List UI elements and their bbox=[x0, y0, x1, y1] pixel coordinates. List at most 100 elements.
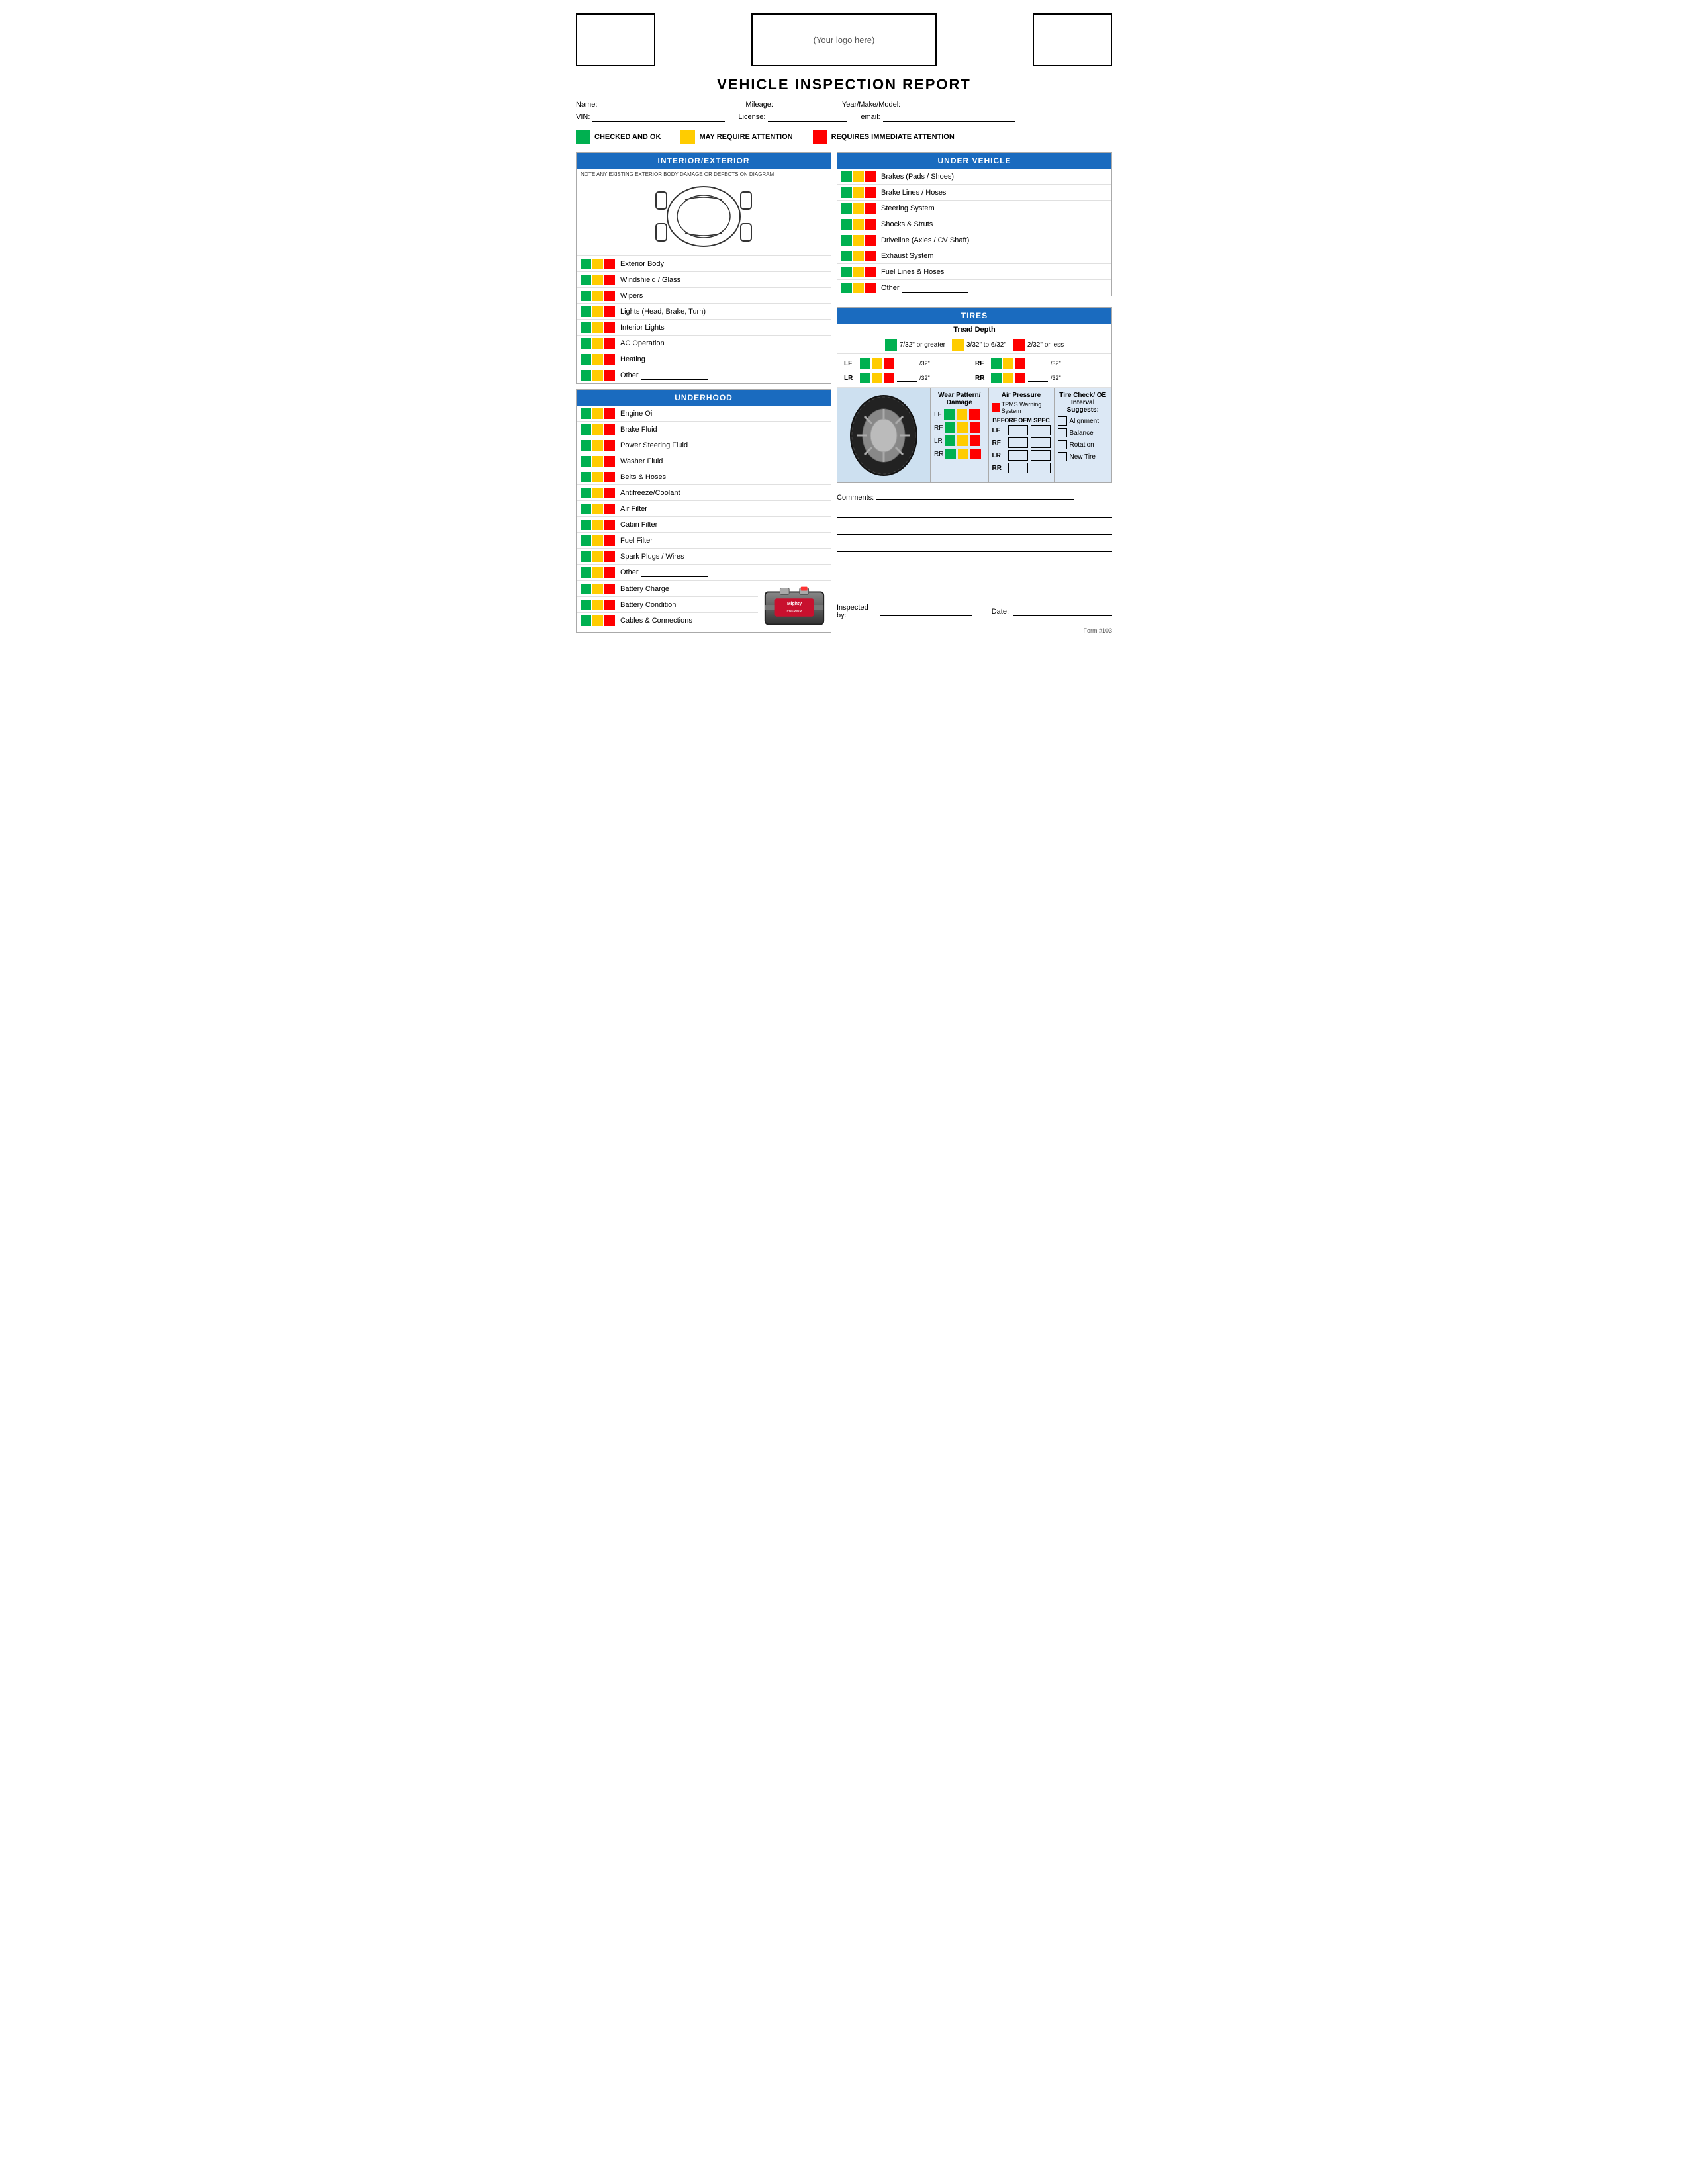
form-fields: Name: Mileage: Year/Make/Model: VIN: Lic… bbox=[576, 100, 1112, 122]
color-indicators bbox=[581, 472, 615, 482]
item-write-line[interactable] bbox=[641, 371, 708, 380]
date-input[interactable] bbox=[1013, 607, 1112, 616]
item-label: Steering System bbox=[881, 205, 935, 212]
color-indicators bbox=[581, 520, 615, 530]
lr-oemspec-box[interactable] bbox=[1031, 450, 1051, 461]
g-indicator bbox=[581, 456, 591, 467]
rr-indicators bbox=[991, 373, 1025, 383]
wear-lf-label: LF bbox=[934, 411, 942, 418]
air-pressure-cell: Air Pressure TPMS Warning System BEFORE … bbox=[988, 388, 1054, 482]
tpms-red-box bbox=[992, 403, 1000, 412]
email-input[interactable] bbox=[883, 113, 1015, 122]
rr-reading-input[interactable] bbox=[1028, 374, 1048, 382]
r-indicator bbox=[865, 203, 876, 214]
vin-label: VIN: bbox=[576, 113, 590, 121]
tread-legend-yellow: 3/32" to 6/32" bbox=[952, 339, 1006, 351]
tread-legend-red: 2/32" or less bbox=[1013, 339, 1064, 351]
y-indicator bbox=[853, 171, 864, 182]
license-input[interactable] bbox=[768, 113, 847, 122]
lf-unit: /32" bbox=[919, 360, 930, 367]
wear-rf-g bbox=[945, 422, 955, 433]
year-make-model-input[interactable] bbox=[903, 100, 1035, 109]
r-indicator bbox=[865, 187, 876, 198]
check-rotation: Rotation bbox=[1058, 440, 1109, 449]
comments-line-6[interactable] bbox=[837, 576, 1112, 586]
year-make-model-field: Year/Make/Model: bbox=[842, 100, 1035, 109]
r-indicator bbox=[604, 488, 615, 498]
comments-line-1[interactable] bbox=[876, 499, 1074, 500]
yellow-legend-box bbox=[680, 130, 695, 144]
lf-ind-green bbox=[860, 358, 870, 369]
interior-exterior-items: Exterior BodyWindshield / GlassWipersLig… bbox=[577, 256, 831, 383]
name-label: Name: bbox=[576, 101, 597, 109]
may-require-label: MAY REQUIRE ATTENTION bbox=[699, 133, 792, 141]
pressure-lf-boxes bbox=[1008, 425, 1051, 435]
item-label: Brake Lines / Hoses bbox=[881, 189, 946, 197]
mileage-input[interactable] bbox=[776, 100, 829, 109]
y-indicator bbox=[592, 567, 603, 578]
item-label: Cables & Connections bbox=[620, 617, 692, 625]
new-tire-checkbox[interactable] bbox=[1058, 452, 1067, 461]
lf-before-box[interactable] bbox=[1008, 425, 1028, 435]
y-indicator bbox=[592, 424, 603, 435]
lr-reading-input[interactable] bbox=[897, 374, 917, 382]
right-column: UNDER VEHICLE Brakes (Pads / Shoes)Brake… bbox=[837, 152, 1112, 638]
svg-text:Mighty: Mighty bbox=[787, 602, 802, 606]
rf-reading-input[interactable] bbox=[1028, 359, 1048, 367]
lf-reading-input[interactable] bbox=[897, 359, 917, 367]
date-group: Date: bbox=[992, 604, 1112, 619]
lf-label: LF bbox=[844, 360, 857, 367]
comments-line-2[interactable] bbox=[837, 507, 1112, 518]
color-indicators bbox=[581, 322, 615, 333]
list-item: Heating bbox=[577, 351, 831, 367]
lf-oemspec-box[interactable] bbox=[1031, 425, 1051, 435]
g-indicator bbox=[581, 567, 591, 578]
rr-oemspec-box[interactable] bbox=[1031, 463, 1051, 473]
r-indicator bbox=[865, 219, 876, 230]
right-logo-box bbox=[1033, 13, 1112, 66]
balance-checkbox[interactable] bbox=[1058, 428, 1067, 437]
comments-line-3[interactable] bbox=[837, 524, 1112, 535]
comments-line-5[interactable] bbox=[837, 559, 1112, 569]
header-section: (Your logo here) bbox=[576, 13, 1112, 66]
list-item: Driveline (Axles / CV Shaft) bbox=[837, 232, 1111, 248]
tire-row-lf: LF /32" bbox=[844, 357, 974, 370]
comments-line-4[interactable] bbox=[837, 541, 1112, 552]
rotation-checkbox[interactable] bbox=[1058, 440, 1067, 449]
air-pressure-header: Air Pressure bbox=[992, 392, 1051, 399]
color-indicators bbox=[581, 488, 615, 498]
inspected-by-input[interactable] bbox=[880, 607, 972, 616]
item-label: Washer Fluid bbox=[620, 457, 663, 465]
date-label: Date: bbox=[992, 608, 1009, 615]
tread-legend: 7/32" or greater 3/32" to 6/32" 2/32" or… bbox=[837, 336, 1111, 354]
wear-rr-g bbox=[945, 449, 956, 459]
list-item: Brake Fluid bbox=[577, 422, 831, 437]
lr-before-box[interactable] bbox=[1008, 450, 1028, 461]
wear-rf-y bbox=[957, 422, 968, 433]
tire-svg bbox=[847, 392, 920, 478]
battery-image-cell: Mighty PREMIUM bbox=[758, 581, 831, 632]
item-label: Engine Oil bbox=[620, 410, 654, 418]
alignment-checkbox[interactable] bbox=[1058, 416, 1067, 426]
rr-before-box[interactable] bbox=[1008, 463, 1028, 473]
name-input[interactable] bbox=[600, 100, 732, 109]
rf-before-box[interactable] bbox=[1008, 437, 1028, 448]
svg-text:PREMIUM: PREMIUM bbox=[786, 609, 802, 613]
legend-row: CHECKED AND OK MAY REQUIRE ATTENTION REQ… bbox=[576, 130, 1112, 144]
g-indicator bbox=[581, 275, 591, 285]
page-title: VEHICLE INSPECTION REPORT bbox=[576, 76, 1112, 93]
rf-oemspec-box[interactable] bbox=[1031, 437, 1051, 448]
item-write-line[interactable] bbox=[641, 568, 708, 577]
tire-readings-grid: LF /32" RF bbox=[837, 354, 1111, 388]
vin-input[interactable] bbox=[592, 113, 725, 122]
item-label: AC Operation bbox=[620, 340, 665, 347]
y-indicator bbox=[592, 306, 603, 317]
wear-lr-label: LR bbox=[934, 437, 943, 445]
item-write-line[interactable] bbox=[902, 283, 968, 293]
wear-pattern-rr: RR bbox=[934, 449, 985, 459]
wear-lf-r bbox=[969, 409, 980, 420]
list-item: Brake Lines / Hoses bbox=[837, 185, 1111, 201]
r-indicator bbox=[604, 275, 615, 285]
tire-row-rr: RR /32" bbox=[975, 371, 1105, 385]
wear-lr-y bbox=[957, 435, 968, 446]
